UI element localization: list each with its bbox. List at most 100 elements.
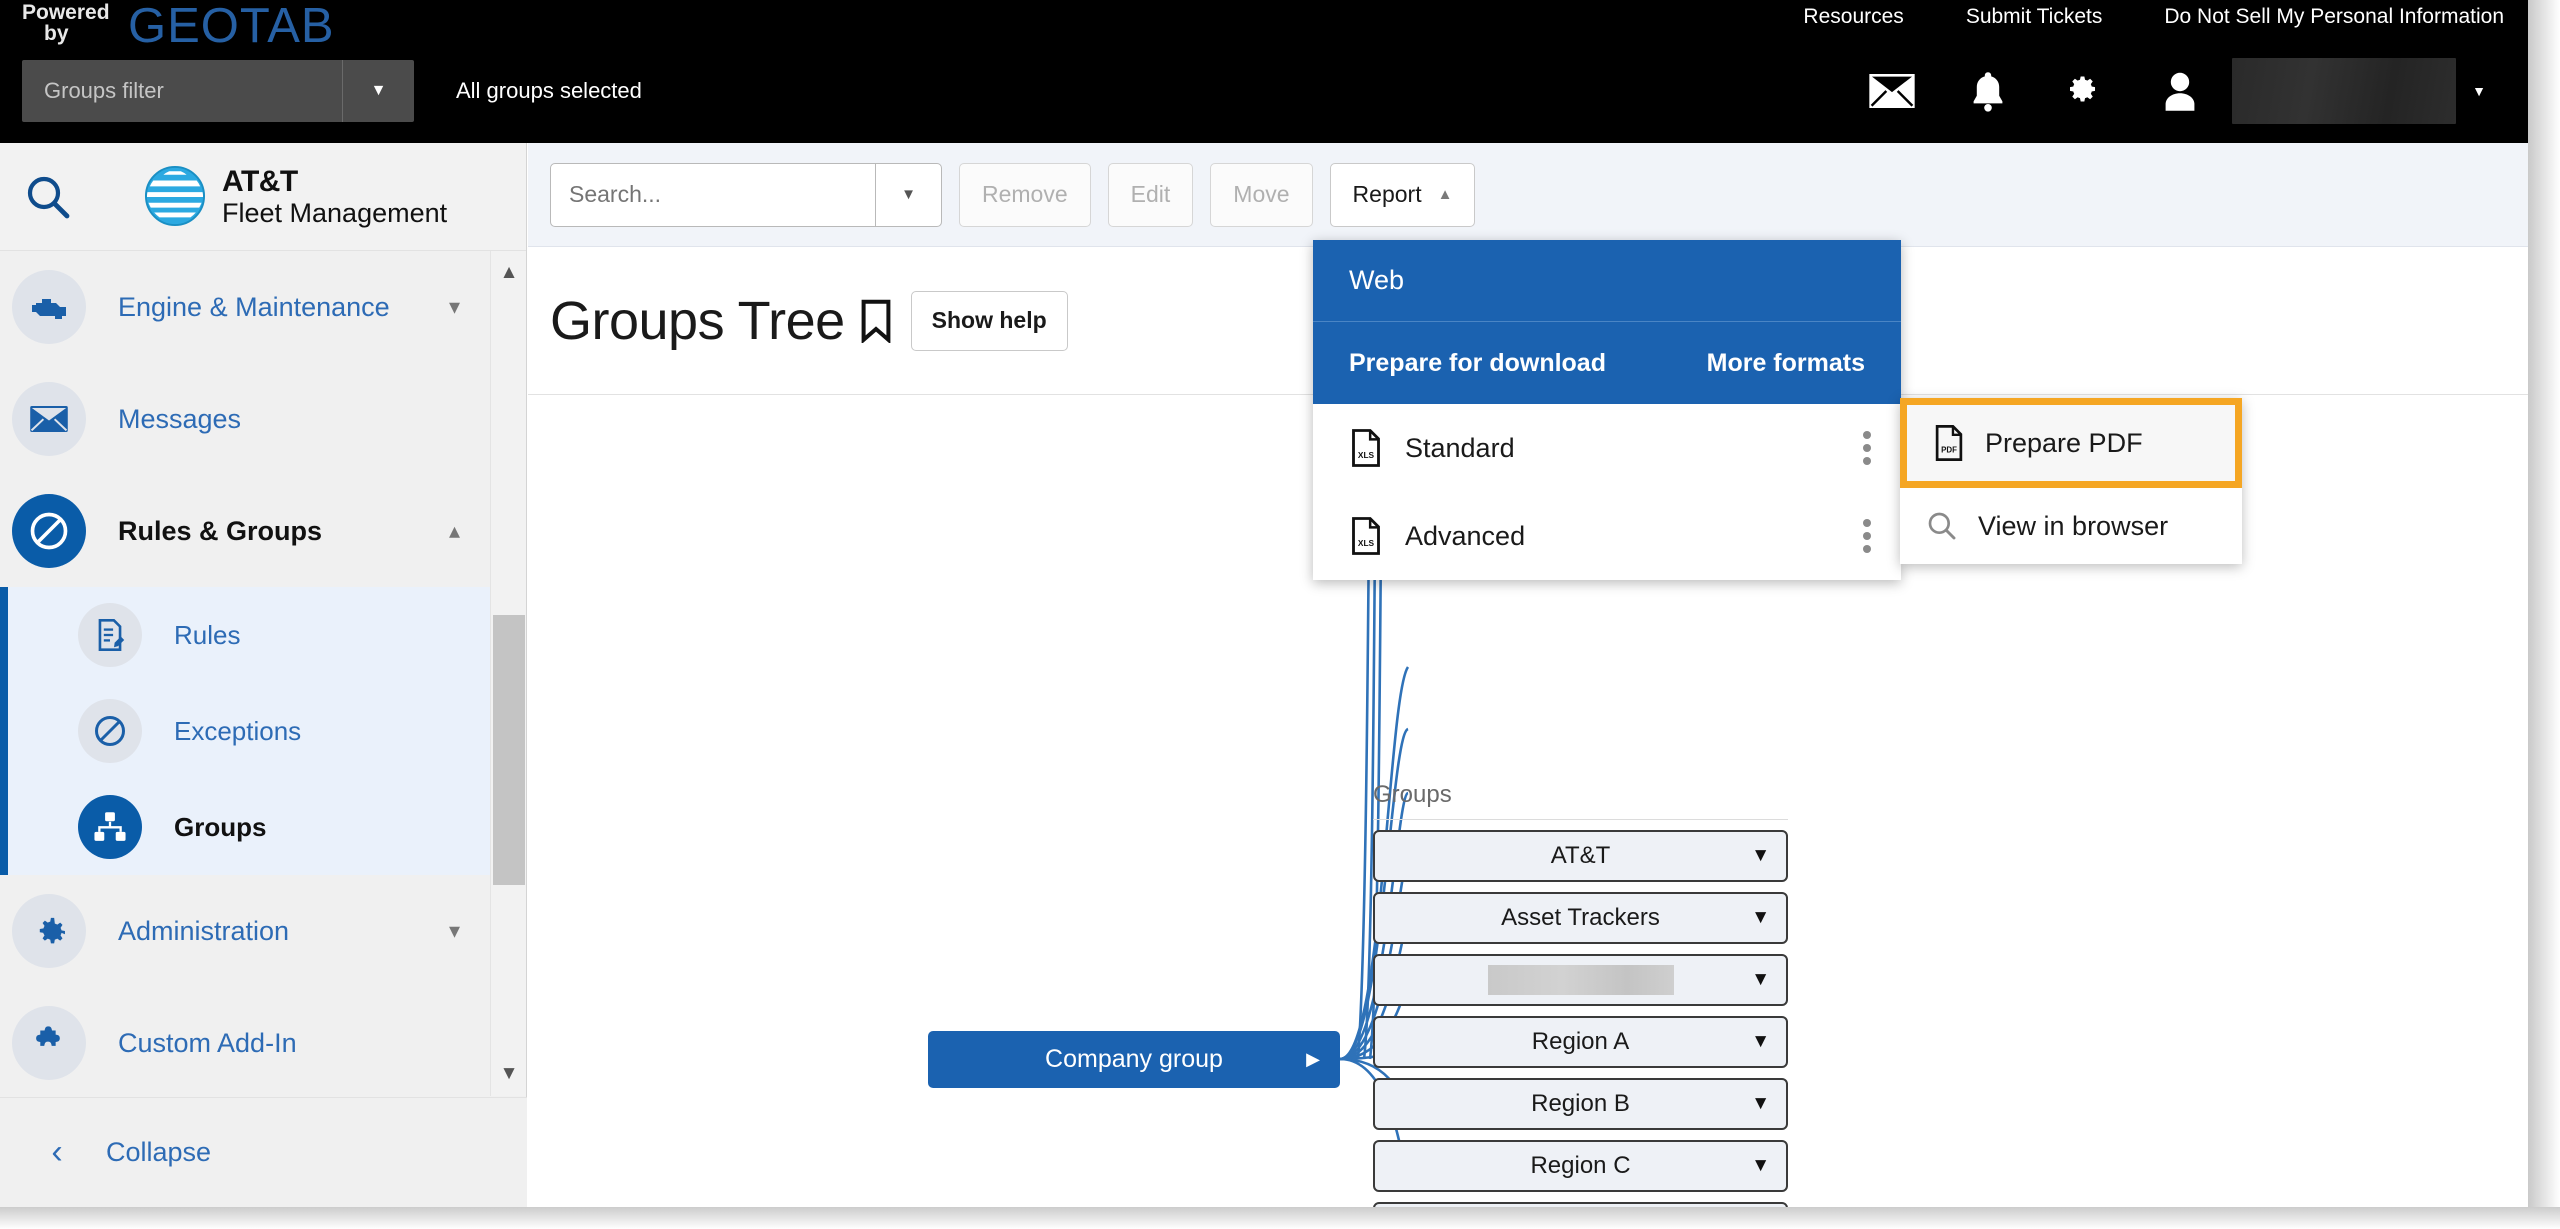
sidebar-collapse-button[interactable]: ‹ Collapse [0,1097,527,1207]
tree-group-chip-redacted[interactable]: ▼ [1373,954,1788,1006]
chevron-down-icon[interactable]: ▾ [449,294,460,320]
search-input[interactable] [551,163,875,226]
xls-file-icon: XLS [1349,428,1383,468]
redacted-group-name [1487,965,1674,995]
caret-down-icon[interactable]: ▼ [1751,969,1770,991]
sidebar-item-label: Messages [118,403,242,434]
report-menu-item-advanced[interactable]: XLS Advanced [1313,492,1901,580]
by-text: by [44,22,69,45]
tree-group-chip[interactable]: Region B ▼ [1373,1078,1788,1130]
mail-icon[interactable] [1844,54,1940,128]
app-root: Powered by GEOTAB Resources Submit Ticke… [0,0,2560,1229]
sidebar-item-rules-groups[interactable]: Rules & Groups ▴ [0,475,526,587]
bell-icon[interactable] [1940,54,2036,128]
pdf-menu-item-label: Prepare PDF [1985,427,2143,458]
kebab-menu-icon[interactable] [1863,431,1871,465]
top-link-resources[interactable]: Resources [1803,5,1903,29]
prepare-for-download-label: Prepare for download [1349,348,1606,377]
header-icon-group: ▼ [1844,54,2502,128]
puzzle-icon [12,1006,86,1080]
geotab-logo: GEOTAB [128,0,335,52]
tree-group-label: Region A [1531,1028,1630,1055]
chevron-left-icon: ‹ [51,1133,63,1171]
sidebar-item-label: Administration [118,915,290,946]
powered-text: Powered [22,1,110,24]
chevron-down-icon[interactable]: ▼ [875,163,941,226]
more-formats-link[interactable]: More formats [1707,349,1865,378]
all-groups-selected-label: All groups selected [456,78,642,103]
page-title: Groups Tree [550,290,845,351]
pdf-menu-item-view-in-browser[interactable]: View in browser [1900,488,2242,564]
tree-group-label: Region B [1531,1090,1630,1117]
page-bottom-edge [0,1207,2560,1229]
chevron-down-icon[interactable]: ▼ [491,1054,526,1094]
tree-group-chip[interactable]: Asset Trackers ▼ [1373,892,1788,944]
mail-icon [12,382,86,456]
tree-groups-column: Groups AT&T ▼ Asset Trackers ▼ ▼ Region … [1373,781,1788,1207]
search-icon[interactable] [0,143,96,251]
rules-icon [12,494,86,568]
att-globe-icon [144,166,206,227]
sidebar-item-custom-add-in[interactable]: Custom Add-In [0,987,526,1096]
remove-button[interactable]: Remove [959,162,1091,227]
chevron-down-icon[interactable]: ▼ [342,60,414,122]
sidebar-item-label: Rules [174,619,241,650]
caret-down-icon[interactable]: ▼ [1751,1155,1770,1177]
report-menu-web[interactable]: Web [1313,240,1901,322]
sidebar-brand-header: AT&T Fleet Management [0,143,526,251]
sidebar-item-engine-maintenance[interactable]: Engine & Maintenance ▾ [0,251,526,363]
chevron-down-icon[interactable]: ▾ [449,918,460,944]
groups-icon [78,795,142,859]
top-link-do-not-sell[interactable]: Do Not Sell My Personal Information [2164,5,2504,29]
user-name-redacted[interactable] [2232,58,2456,124]
chevron-up-icon[interactable]: ▲ [491,253,526,293]
scrollbar-thumb[interactable] [493,615,525,885]
gear-icon[interactable] [2036,54,2132,128]
groups-filter-combo[interactable]: Groups filter ▼ [22,60,414,122]
pdf-menu-item-prepare-pdf[interactable]: PDF Prepare PDF [1907,405,2235,481]
caret-down-icon[interactable]: ▼ [1751,1093,1770,1115]
top-link-submit-tickets[interactable]: Submit Tickets [1966,5,2103,29]
att-brand: AT&T Fleet Management [144,165,447,229]
kebab-menu-icon[interactable] [1863,519,1871,553]
xls-file-icon: XLS [1349,516,1383,556]
tree-group-chip[interactable]: Region C ▼ [1373,1140,1788,1192]
report-button-label: Report [1352,181,1422,207]
chevron-down-icon[interactable]: ▼ [2456,54,2502,128]
top-header-bar: Powered by GEOTAB Resources Submit Ticke… [0,0,2528,143]
bookmark-icon[interactable] [859,299,893,343]
report-button[interactable]: Report ▲ [1329,162,1476,227]
sidebar-item-exceptions[interactable]: Exceptions [0,683,526,779]
chevron-up-icon[interactable]: ▴ [449,518,460,544]
tree-group-label: AT&T [1550,842,1611,869]
report-menu-item-label: Advanced [1405,520,1526,551]
att-brand-text: AT&T Fleet Management [222,165,447,229]
show-help-button[interactable]: Show help [910,290,1068,351]
user-icon[interactable] [2132,54,2228,128]
tree-group-chip[interactable]: AT&T ▼ [1373,830,1788,882]
caret-down-icon[interactable]: ▼ [1751,907,1770,929]
groups-filter-input[interactable]: Groups filter [22,60,342,122]
att-brand-sub: Fleet Management [222,198,448,229]
tree-group-label: Asset Trackers [1501,904,1660,931]
svg-text:XLS: XLS [1358,450,1375,460]
tree-group-label: Region C [1530,1152,1631,1179]
move-button[interactable]: Move [1210,162,1313,227]
caret-down-icon[interactable]: ▼ [1751,1031,1770,1053]
sidebar-item-administration[interactable]: Administration ▾ [0,875,526,987]
edit-button[interactable]: Edit [1107,162,1194,227]
report-menu-item-label: Standard [1405,432,1515,463]
sidebar-item-groups[interactable]: Groups [0,779,526,875]
pdf-menu-item-label: View in browser [1978,510,2169,541]
chevron-up-icon: ▲ [1437,186,1453,203]
sidebar-item-rules[interactable]: Rules [0,587,526,683]
search-combo[interactable]: ▼ [550,162,942,227]
content-toolbar: ▼ Remove Edit Move Report ▲ [528,143,2528,247]
sidebar-scrollbar[interactable]: ▲ ▼ [490,251,526,1096]
tree-group-chip[interactable]: Region A ▼ [1373,1016,1788,1068]
caret-down-icon[interactable]: ▼ [1751,845,1770,867]
sidebar-item-messages[interactable]: Messages [0,363,526,475]
report-menu-item-standard[interactable]: XLS Standard [1313,404,1901,492]
tree-root-node[interactable]: Company group ▶ [928,1031,1340,1088]
svg-text:XLS: XLS [1358,538,1375,548]
